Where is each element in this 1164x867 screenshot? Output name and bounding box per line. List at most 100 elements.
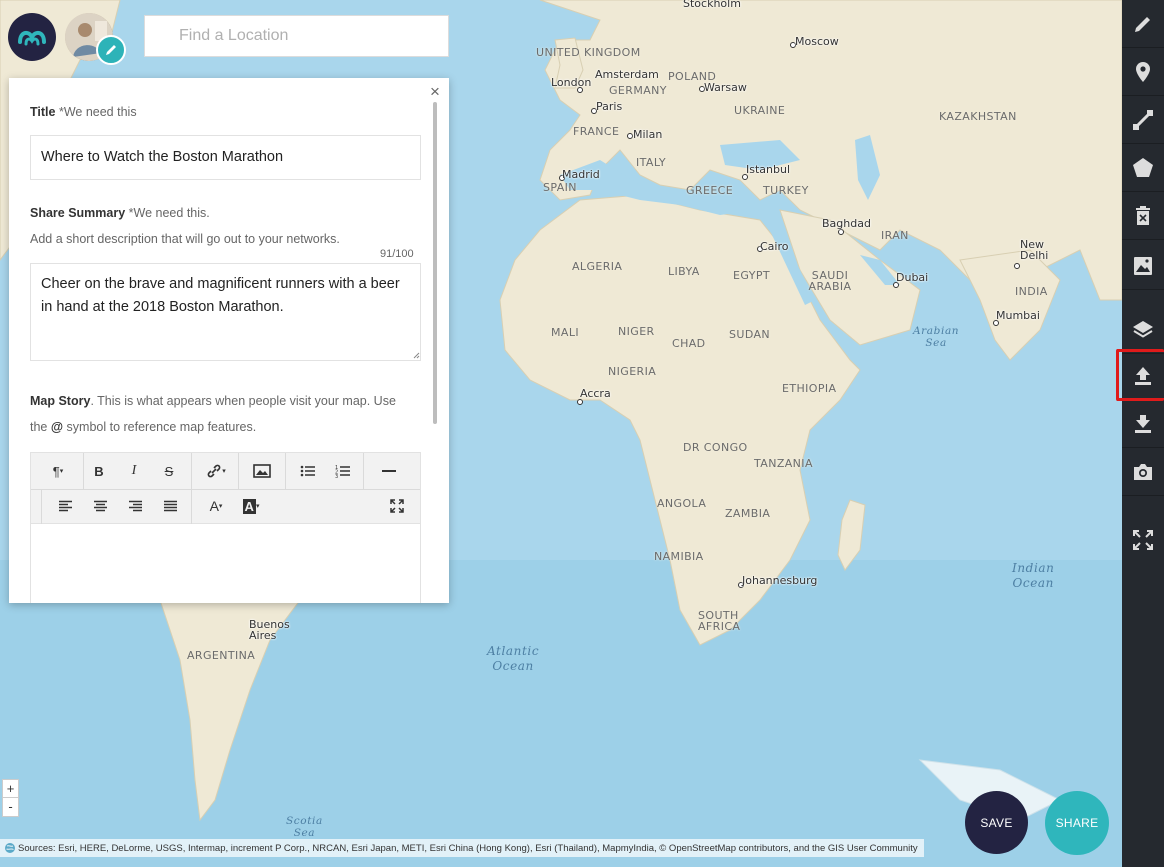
sea-label: Atlantic Ocean xyxy=(487,644,540,673)
country-label: ALGERIA xyxy=(572,260,623,273)
line-icon xyxy=(1133,109,1153,130)
country-label: GREECE xyxy=(686,184,734,197)
country-label: ARGENTINA xyxy=(187,649,256,662)
upload-highlight xyxy=(1116,349,1164,401)
align-left-button[interactable] xyxy=(50,493,80,519)
country-label: MALI xyxy=(551,326,579,339)
fullscreen-editor-button[interactable] xyxy=(382,493,412,519)
city-label: Warsaw xyxy=(704,81,747,94)
city-label: Istanbul xyxy=(746,163,791,176)
country-label: KAZAKHSTAN xyxy=(939,110,1017,123)
country-label: ETHIOPIA xyxy=(782,382,837,395)
bullet-list-icon xyxy=(300,465,315,477)
link-button[interactable]: ▾ xyxy=(201,458,231,484)
download-icon xyxy=(1135,414,1151,433)
title-label: Title *We need this xyxy=(30,105,137,119)
export-download-button[interactable] xyxy=(1122,400,1164,448)
country-label: TANZANIA xyxy=(754,457,813,470)
bullet-list-button[interactable] xyxy=(293,458,323,484)
city-label: Moscow xyxy=(795,35,839,48)
bold-button[interactable]: B xyxy=(84,458,114,484)
font-color-button[interactable]: A ▾ xyxy=(201,493,231,519)
image-button[interactable] xyxy=(247,458,277,484)
paragraph-style-button[interactable]: ¶ ▾ xyxy=(43,458,73,484)
polygon-icon xyxy=(1133,157,1153,177)
logo-icon xyxy=(18,30,46,46)
right-toolbar xyxy=(1122,0,1164,867)
city-label: London xyxy=(551,76,592,89)
city-label: Accra xyxy=(580,387,611,400)
sea-label: Arabian Sea xyxy=(913,325,960,349)
align-right-icon xyxy=(128,500,142,512)
image-icon xyxy=(1134,256,1152,275)
align-right-button[interactable] xyxy=(120,493,150,519)
delete-button[interactable] xyxy=(1122,192,1164,240)
map-details-panel: × Title *We need this Where to Watch the… xyxy=(9,78,449,603)
country-label: INDIA xyxy=(1015,285,1048,298)
close-panel-button[interactable]: × xyxy=(428,83,442,101)
city-label: Buenos Aires xyxy=(249,618,290,642)
summary-label: Share Summary *We need this. xyxy=(30,206,210,220)
layers-icon xyxy=(1133,320,1153,338)
summary-counter: 91/100 xyxy=(380,248,414,260)
italic-button[interactable]: I xyxy=(119,458,149,484)
city-dot xyxy=(1014,263,1020,269)
story-editor-toolbar: ¶ ▾ B I S ▾ 123 A ▾ A ▾ xyxy=(30,452,421,524)
basemap-image-button[interactable] xyxy=(1122,242,1164,290)
image-icon xyxy=(253,464,271,478)
add-marker-button[interactable] xyxy=(1122,48,1164,96)
country-label: SUDAN xyxy=(729,328,771,341)
title-field[interactable]: Where to Watch the Boston Marathon xyxy=(30,135,421,180)
country-label: NAMIBIA xyxy=(654,550,704,563)
city-label: Paris xyxy=(596,100,623,113)
story-help: Map Story. This is what appears when peo… xyxy=(30,394,396,434)
layers-button[interactable] xyxy=(1122,306,1164,354)
city-label: Amsterdam xyxy=(595,68,659,81)
city-label: Milan xyxy=(633,128,663,141)
pencil-icon xyxy=(106,45,116,55)
fullscreen-button[interactable] xyxy=(1122,516,1164,564)
align-left-icon xyxy=(58,500,72,512)
horizontal-rule-button[interactable] xyxy=(374,458,404,484)
country-label: GERMANY xyxy=(609,84,667,97)
horizontal-rule-icon xyxy=(382,470,396,472)
country-label: ITALY xyxy=(636,156,667,169)
pencil-icon xyxy=(1135,16,1150,32)
country-label: TURKEY xyxy=(763,184,809,197)
background-color-button[interactable]: A ▾ xyxy=(236,493,266,519)
country-label: EGYPT xyxy=(733,269,770,282)
zoom-out-button[interactable]: - xyxy=(3,797,18,815)
summary-textarea[interactable]: Cheer on the brave and magnificent runne… xyxy=(30,263,421,361)
numbered-list-button[interactable]: 123 xyxy=(328,458,358,484)
screenshot-button[interactable] xyxy=(1122,448,1164,496)
fullscreen-icon xyxy=(1133,530,1153,550)
justify-button[interactable] xyxy=(155,493,185,519)
align-center-button[interactable] xyxy=(85,493,115,519)
city-label: Madrid xyxy=(562,168,600,181)
zoom-in-button[interactable]: + xyxy=(3,780,18,797)
save-button[interactable]: SAVE xyxy=(965,791,1028,854)
sea-label: Scotia Sea xyxy=(286,815,323,839)
city-label: Dubai xyxy=(896,271,929,284)
country-label: SPAIN xyxy=(543,181,577,194)
strikethrough-button[interactable]: S xyxy=(154,458,184,484)
draw-polygon-button[interactable] xyxy=(1122,144,1164,192)
edit-profile-button[interactable] xyxy=(96,35,126,65)
city-label: Stockholm xyxy=(683,0,741,10)
resize-handle-icon[interactable] xyxy=(413,352,420,359)
app-logo[interactable] xyxy=(8,13,56,61)
country-label: SOUTH AFRICA xyxy=(698,609,741,633)
country-label: IRAN xyxy=(881,229,909,242)
city-label: Mumbai xyxy=(996,309,1040,322)
map-attribution: Sources: Esri, HERE, DeLorme, USGS, Inte… xyxy=(0,839,924,857)
draw-button[interactable] xyxy=(1122,0,1164,48)
panel-scrollbar[interactable] xyxy=(433,102,437,424)
numbered-list-icon: 123 xyxy=(335,465,350,478)
search-input[interactable]: Find a Location xyxy=(144,15,449,57)
link-icon xyxy=(207,464,221,478)
esri-globe-icon xyxy=(5,843,15,853)
story-editor[interactable] xyxy=(30,524,421,603)
share-button[interactable]: SHARE xyxy=(1045,791,1109,855)
draw-line-button[interactable] xyxy=(1122,96,1164,144)
country-label: CHAD xyxy=(672,337,706,350)
